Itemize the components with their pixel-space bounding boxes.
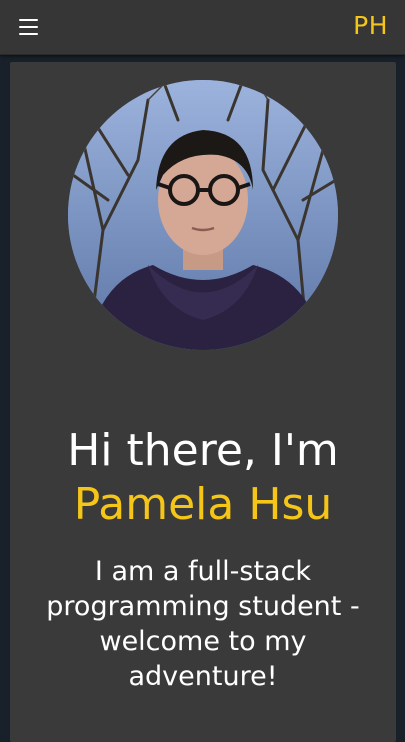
site-logo[interactable]: PH	[353, 10, 388, 42]
hero-greeting: Hi there, I'm	[67, 425, 339, 476]
profile-avatar	[68, 80, 338, 350]
top-navbar: PH	[0, 0, 405, 55]
hamburger-menu-icon[interactable]	[19, 19, 38, 35]
portrait-photo	[68, 80, 338, 350]
hero-tagline: I am a full-stack programming student - …	[46, 556, 360, 692]
hero-name: Pamela Hsu	[73, 479, 333, 530]
hero-card: Hi there, I'm Pamela Hsu I am a full-sta…	[10, 62, 396, 742]
